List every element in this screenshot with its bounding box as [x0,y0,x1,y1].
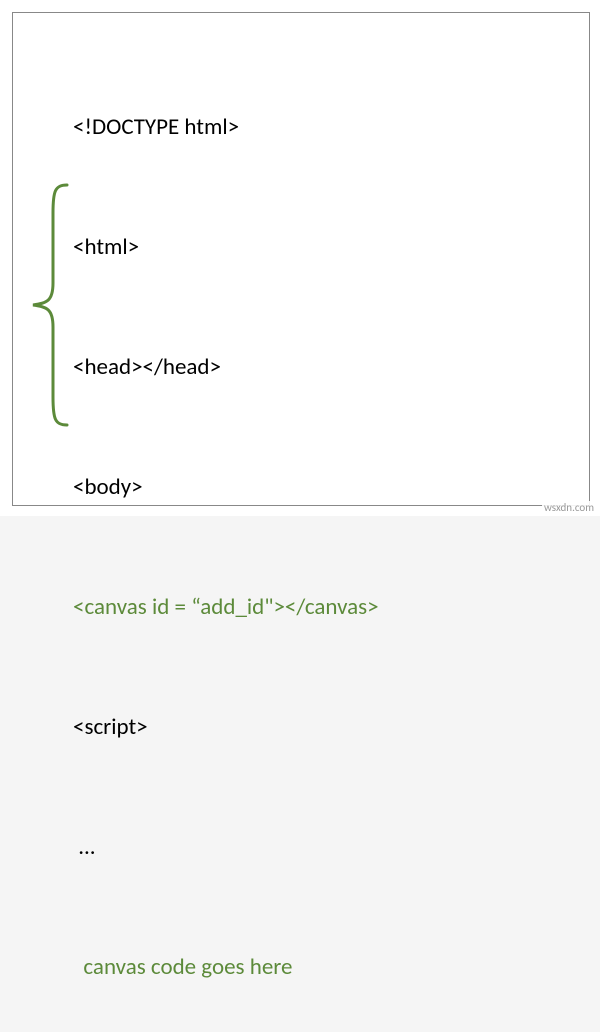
code-line: <head></head> [73,347,379,387]
brace-icon [27,183,71,427]
code-box: <!DOCTYPE html> <html> <head></head> <bo… [12,12,590,506]
code-line: <!DOCTYPE html> [73,107,379,147]
code-line: <html> [73,227,379,267]
code-line-highlight: <canvas id = “add_id"></canvas> [73,587,379,627]
code-line: <script> [73,707,379,747]
watermark: wsxdn.com [542,501,596,514]
document-root: <!DOCTYPE html> <html> <head></head> <bo… [0,0,600,516]
code-line: <body> [73,467,379,507]
code-line: ... [73,827,379,867]
code-content: <!DOCTYPE html> <html> <head></head> <bo… [73,27,379,1032]
code-line-highlight: canvas code goes here [73,947,379,987]
